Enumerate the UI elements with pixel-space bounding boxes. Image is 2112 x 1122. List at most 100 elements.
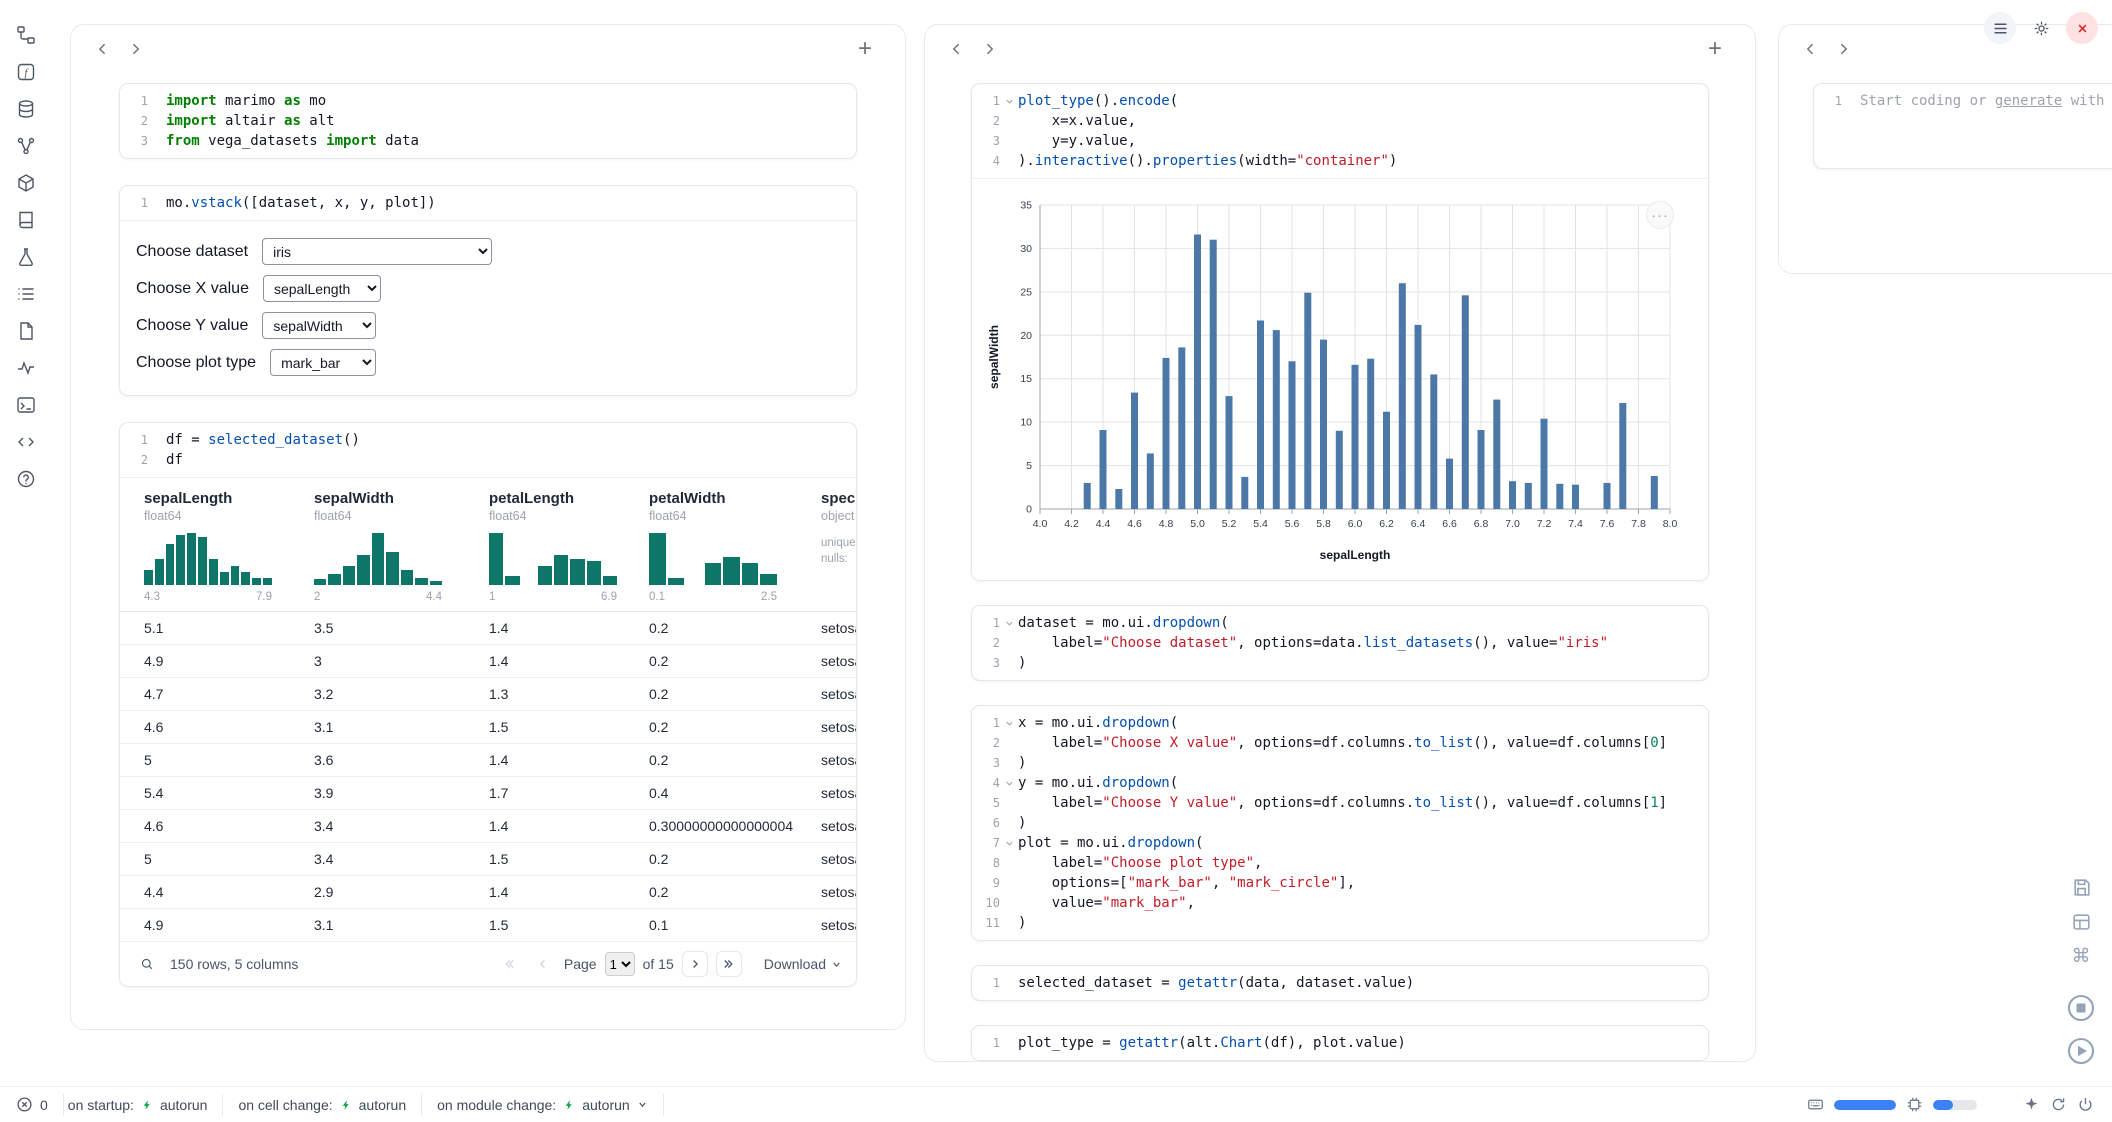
table-column-header[interactable]: petalWidthfloat640.12.5 xyxy=(625,490,797,603)
menu-icon[interactable] xyxy=(1984,12,2016,44)
table-row[interactable]: 4.63.41.40.30000000000000004setosa xyxy=(120,810,856,843)
chart-bar[interactable] xyxy=(1619,403,1626,509)
dropdown-choose-x-value[interactable]: sepalLength xyxy=(263,275,381,302)
chart-bar[interactable] xyxy=(1100,430,1107,509)
column-histogram[interactable] xyxy=(144,533,272,585)
dependency-graph-icon[interactable] xyxy=(11,135,41,157)
chart-bar[interactable] xyxy=(1147,453,1154,509)
chart-bar[interactable] xyxy=(1210,240,1217,509)
last-page-icon[interactable] xyxy=(716,951,742,977)
settings-gear-icon[interactable] xyxy=(2025,12,2057,44)
generate-with-ai-link[interactable]: generate xyxy=(1995,93,2062,109)
layout-panel-icon[interactable] xyxy=(2071,911,2092,932)
code-editor[interactable]: 1dataset = mo.ui.dropdown(2 label="Choos… xyxy=(972,606,1708,680)
chart-bar[interactable] xyxy=(1115,489,1122,509)
code-editor[interactable]: 1df = selected_dataset()2df xyxy=(120,423,856,477)
table-row[interactable]: 53.61.40.2setosa xyxy=(120,744,856,777)
runtime-on-cell-change[interactable]: on cell change:autorun xyxy=(223,1094,422,1116)
experiments-icon[interactable] xyxy=(11,246,41,268)
chart-bar[interactable] xyxy=(1084,483,1091,509)
chart-bar[interactable] xyxy=(1493,400,1500,509)
sync-icon[interactable] xyxy=(2050,1096,2067,1113)
fold-icon[interactable] xyxy=(1005,619,1014,628)
chart-bar[interactable] xyxy=(1336,431,1343,509)
new-cell-icon[interactable]: + xyxy=(851,35,879,63)
packages-icon[interactable] xyxy=(11,172,41,194)
code-line[interactable]: 1x = mo.ui.dropdown( xyxy=(972,713,1698,733)
chart-bar[interactable] xyxy=(1289,361,1296,509)
code-editor[interactable]: 1plot_type().encode(2 x=x.value,3 y=y.va… xyxy=(972,84,1708,178)
chart-bar[interactable] xyxy=(1163,358,1170,509)
code-editor[interactable]: 1mo.vstack([dataset, x, y, plot]) xyxy=(120,186,856,220)
outline-icon[interactable] xyxy=(11,283,41,305)
scratchpad-icon[interactable] xyxy=(11,394,41,416)
runtime-on-startup[interactable]: on startup:autorun xyxy=(64,1094,224,1116)
chart-bar[interactable] xyxy=(1131,393,1138,509)
editor-placeholder[interactable]: Start coding or generate with AI. xyxy=(1860,91,2112,111)
cell-imports[interactable]: 1import marimo as mo2import altair as al… xyxy=(119,83,857,159)
close-icon[interactable] xyxy=(2066,12,2098,44)
chart-bar[interactable] xyxy=(1320,340,1327,509)
documents-icon[interactable] xyxy=(11,320,41,342)
chart-bar[interactable] xyxy=(1541,419,1548,509)
cell-selected-dataset[interactable]: 1selected_dataset = getattr(data, datase… xyxy=(971,965,1709,1001)
chart-actions-icon[interactable]: ··· xyxy=(1646,201,1674,229)
save-icon[interactable] xyxy=(2071,877,2092,898)
column-back-icon[interactable] xyxy=(943,35,971,63)
chart-bar[interactable] xyxy=(1383,412,1390,509)
code-line[interactable]: 2 label="Choose X value", options=df.col… xyxy=(972,733,1698,753)
code-line[interactable]: 7plot = mo.ui.dropdown( xyxy=(972,833,1698,853)
code-editor[interactable]: 1 Start coding or generate with AI. xyxy=(1814,84,2112,118)
runtime-on-module-change[interactable]: on module change:autorun xyxy=(422,1094,664,1116)
code-line[interactable]: 3) xyxy=(972,653,1698,673)
code-line[interactable]: 2import altair as alt xyxy=(120,111,846,131)
fold-icon[interactable] xyxy=(1005,839,1014,848)
code-editor[interactable]: 1plot_type = getattr(alt.Chart(df), plot… xyxy=(972,1026,1708,1060)
table-column-header[interactable]: speciesobjectunique:nulls: xyxy=(797,490,856,603)
cell-controls[interactable]: 1mo.vstack([dataset, x, y, plot]) Choose… xyxy=(119,185,857,396)
code-line[interactable]: 2 x=x.value, xyxy=(972,111,1698,131)
column-histogram[interactable] xyxy=(649,533,777,585)
chart-bar[interactable] xyxy=(1572,485,1579,509)
new-cell-icon[interactable]: + xyxy=(1701,35,1729,63)
chart-bar[interactable] xyxy=(1462,295,1469,509)
shutdown-icon[interactable] xyxy=(2077,1096,2094,1113)
dropdown-choose-y-value[interactable]: sepalWidth xyxy=(262,312,376,339)
cell-xy-plot-dropdowns[interactable]: 1x = mo.ui.dropdown(2 label="Choose X va… xyxy=(971,705,1709,941)
code-line[interactable]: 1import marimo as mo xyxy=(120,91,846,111)
table-column-header[interactable]: petalLengthfloat6416.9 xyxy=(465,490,625,603)
documentation-icon[interactable] xyxy=(11,209,41,231)
ai-sparkle-icon[interactable] xyxy=(2023,1096,2040,1113)
datasources-icon[interactable] xyxy=(11,98,41,120)
code-line[interactable]: 1dataset = mo.ui.dropdown( xyxy=(972,613,1698,633)
altair-bar-chart[interactable]: 4.04.24.44.64.85.05.25.45.65.86.06.26.46… xyxy=(986,191,1686,565)
errors-indicator[interactable]: 0 xyxy=(12,1094,64,1116)
chart-bar[interactable] xyxy=(1604,483,1611,509)
code-line[interactable]: 2 label="Choose dataset", options=data.l… xyxy=(972,633,1698,653)
code-line[interactable]: 1selected_dataset = getattr(data, datase… xyxy=(972,973,1698,993)
code-line[interactable]: 3from vega_datasets import data xyxy=(120,131,846,151)
table-row[interactable]: 4.63.11.50.2setosa xyxy=(120,711,856,744)
snippets-icon[interactable] xyxy=(11,431,41,453)
chart-bar[interactable] xyxy=(1226,396,1233,509)
chart-bar[interactable] xyxy=(1525,483,1532,509)
next-page-icon[interactable] xyxy=(682,951,708,977)
code-line[interactable]: 3) xyxy=(972,753,1698,773)
chart-bar[interactable] xyxy=(1241,477,1248,509)
page-select[interactable]: 1 xyxy=(605,952,635,976)
dropdown-choose-plot-type[interactable]: mark_bar xyxy=(270,349,376,376)
code-line[interactable]: 1mo.vstack([dataset, x, y, plot]) xyxy=(120,193,846,213)
download-button[interactable]: Download xyxy=(764,956,842,972)
chart-bar[interactable] xyxy=(1399,283,1406,509)
table-row[interactable]: 4.931.40.2setosa xyxy=(120,645,856,678)
code-line[interactable]: 9 options=["mark_bar", "mark_circle"], xyxy=(972,873,1698,893)
code-line[interactable]: 3 y=y.value, xyxy=(972,131,1698,151)
chart-bar[interactable] xyxy=(1509,481,1516,509)
code-line[interactable]: 2df xyxy=(120,450,846,470)
table-row[interactable]: 4.93.11.50.1setosa xyxy=(120,909,856,942)
chart-bar[interactable] xyxy=(1430,374,1437,509)
files-icon[interactable] xyxy=(11,24,41,46)
chart-bar[interactable] xyxy=(1178,347,1185,509)
chart-bar[interactable] xyxy=(1415,325,1422,509)
code-line[interactable]: 10 value="mark_bar", xyxy=(972,893,1698,913)
